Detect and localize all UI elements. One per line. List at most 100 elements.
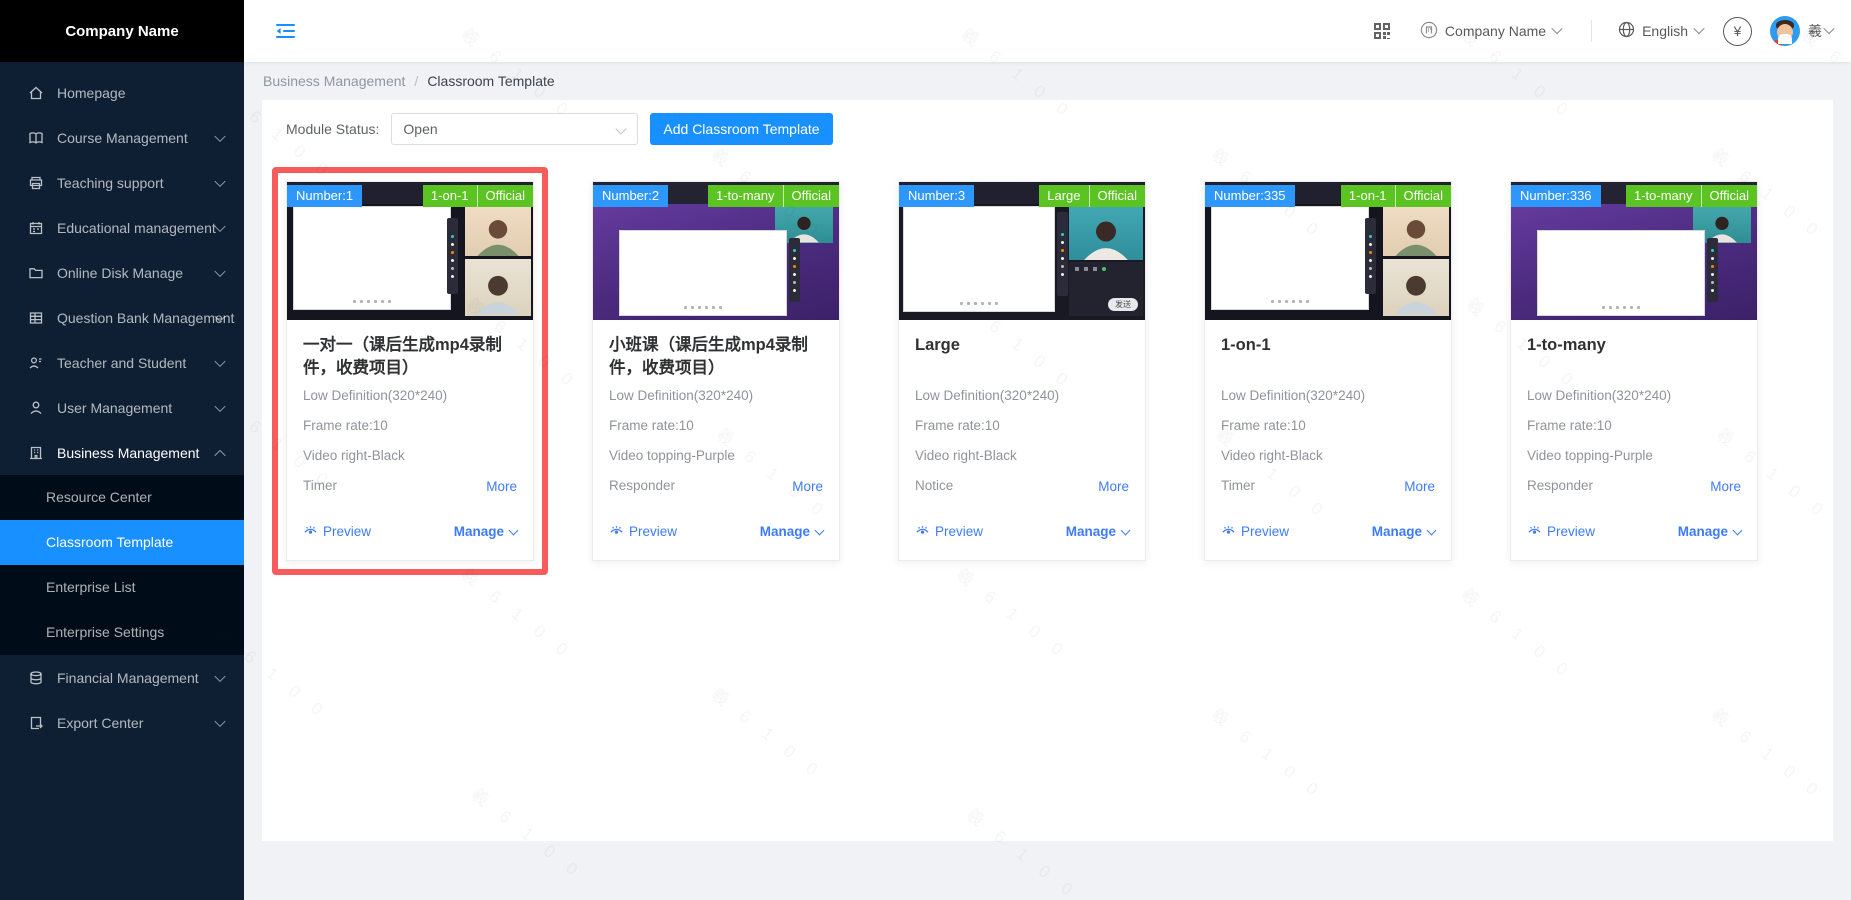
menu-fold-icon[interactable] xyxy=(276,23,295,39)
company-logo: Company Name xyxy=(0,0,244,62)
chevron-down-icon xyxy=(1693,22,1704,33)
chat-area: 发送 xyxy=(1069,262,1143,316)
sidebar-item-question-bank-management[interactable]: Question Bank Management xyxy=(0,295,244,340)
sidebar-item-enterprise-list[interactable]: Enterprise List xyxy=(0,565,244,610)
manage-dropdown[interactable]: Manage xyxy=(1372,524,1435,539)
definition: Low Definition(320*240) xyxy=(1527,388,1741,404)
official-badge: Official xyxy=(783,185,840,207)
qr-code-icon[interactable] xyxy=(1372,21,1392,41)
student-video-tile xyxy=(465,259,531,316)
chevron-down-icon xyxy=(1733,525,1743,535)
chevron-down-icon xyxy=(1121,525,1131,535)
manage-dropdown[interactable]: Manage xyxy=(760,524,823,539)
send-button: 发送 xyxy=(1108,298,1138,311)
feature: Timer xyxy=(1221,478,1255,494)
preview-button[interactable]: Preview xyxy=(915,524,983,539)
topbar: Company Name English ¥ 羲 xyxy=(244,0,1851,62)
sidebar-item-resource-center[interactable]: Resource Center xyxy=(0,475,244,520)
video-layout: Video topping-Purple xyxy=(1527,448,1741,464)
company-menu[interactable]: Company Name xyxy=(1420,21,1561,42)
card-thumbnail: Number:2 1-to-many Official xyxy=(593,182,839,320)
chevron-down-icon xyxy=(616,123,627,134)
frame-rate: Frame rate:10 xyxy=(303,418,517,434)
sidebar-item-teacher-and-student[interactable]: Teacher and Student xyxy=(0,340,244,385)
manage-dropdown[interactable]: Manage xyxy=(1678,524,1741,539)
student-video-tile xyxy=(1383,206,1449,256)
globe-icon xyxy=(1618,21,1635,41)
calendar-icon xyxy=(28,220,44,236)
page: 羲 6 1 0 0羲 6 1 0 0羲 6 1 0 0羲 6 1 0 0羲 6 … xyxy=(0,0,1851,900)
feature: Timer xyxy=(303,478,337,494)
topbar-right: Company Name English ¥ 羲 xyxy=(1372,16,1833,46)
official-badge: Official xyxy=(1701,185,1758,207)
card-thumbnail: Number:335 1-on-1 Official xyxy=(1205,182,1451,320)
manage-dropdown[interactable]: Manage xyxy=(454,524,517,539)
add-classroom-template-button[interactable]: Add Classroom Template xyxy=(650,113,832,145)
type-badge: 1-to-many xyxy=(1626,185,1701,207)
currency-icon[interactable]: ¥ xyxy=(1723,17,1752,46)
official-badge: Official xyxy=(1089,185,1146,207)
breadcrumb-section: Business Management xyxy=(263,73,405,89)
filter-row: Module Status: Open Add Classroom Templa… xyxy=(262,100,1833,145)
definition: Low Definition(320*240) xyxy=(303,388,517,404)
number-badge: Number:3 xyxy=(899,185,974,207)
more-link[interactable]: More xyxy=(486,479,517,494)
user-menu[interactable]: 羲 xyxy=(1770,16,1833,46)
chevron-down-icon xyxy=(214,355,225,366)
definition: Low Definition(320*240) xyxy=(1221,388,1435,404)
people-icon xyxy=(28,355,44,371)
card-title: Large xyxy=(915,334,1129,380)
card-thumbnail: Number:336 1-to-many Official xyxy=(1511,182,1757,320)
sidebar-item-business-management[interactable]: Business Management xyxy=(0,430,244,475)
feature: Responder xyxy=(609,478,675,494)
preview-button[interactable]: Preview xyxy=(609,524,677,539)
sidebar-item-teaching-support[interactable]: Teaching support xyxy=(0,160,244,205)
preview-button[interactable]: Preview xyxy=(303,524,371,539)
enterprise-circle-icon xyxy=(1420,21,1438,42)
sidebar-item-export-center[interactable]: Export Center xyxy=(0,700,244,745)
language-menu[interactable]: English xyxy=(1618,21,1703,41)
breadcrumb: Business Management / Classroom Template xyxy=(244,62,1851,100)
teacher-video-tile xyxy=(1069,206,1143,260)
sidebar: Company Name Homepage Course Management … xyxy=(0,0,244,900)
preview-button[interactable]: Preview xyxy=(1221,524,1289,539)
chevron-down-icon xyxy=(214,265,225,276)
chevron-down-icon xyxy=(509,525,519,535)
frame-rate: Frame rate:10 xyxy=(915,418,1129,434)
more-link[interactable]: More xyxy=(1710,479,1741,494)
sidebar-item-educational-management[interactable]: Educational management xyxy=(0,205,244,250)
more-link[interactable]: More xyxy=(792,479,823,494)
definition: Low Definition(320*240) xyxy=(915,388,1129,404)
student-video-tile xyxy=(1383,259,1449,316)
number-badge: Number:1 xyxy=(287,185,362,207)
card-title: 1-to-many xyxy=(1527,334,1741,380)
type-badge: Large xyxy=(1039,185,1088,207)
sidebar-item-user-management[interactable]: User Management xyxy=(0,385,244,430)
template-card-4: Number:335 1-on-1 Official 1-on-1 Low De… xyxy=(1204,181,1452,561)
template-card-2: Number:2 1-to-many Official 小班课（课后生成mp4录… xyxy=(592,181,840,561)
more-link[interactable]: More xyxy=(1098,479,1129,494)
module-status-label: Module Status: xyxy=(286,121,379,137)
template-card-1: Number:1 1-on-1 Official 一对一（课后生成mp4录制件，… xyxy=(286,181,534,561)
manage-dropdown[interactable]: Manage xyxy=(1066,524,1129,539)
sidebar-item-course-management[interactable]: Course Management xyxy=(0,115,244,160)
divider xyxy=(1591,20,1592,42)
sidebar-item-financial-management[interactable]: Financial Management xyxy=(0,655,244,700)
chevron-down-icon xyxy=(1551,22,1562,33)
video-layout: Video right-Black xyxy=(1221,448,1435,464)
module-status-select[interactable]: Open xyxy=(391,113,638,145)
sidebar-item-classroom-template[interactable]: Classroom Template xyxy=(0,520,244,565)
preview-button[interactable]: Preview xyxy=(1527,524,1595,539)
frame-rate: Frame rate:10 xyxy=(1221,418,1435,434)
more-link[interactable]: More xyxy=(1404,479,1435,494)
number-badge: Number:2 xyxy=(593,185,668,207)
home-icon xyxy=(28,85,44,101)
type-badge: 1-to-many xyxy=(708,185,783,207)
video-layout: Video right-Black xyxy=(915,448,1129,464)
official-badge: Official xyxy=(477,185,534,207)
definition: Low Definition(320*240) xyxy=(609,388,823,404)
sidebar-item-online-disk-manage[interactable]: Online Disk Manage xyxy=(0,250,244,295)
sidebar-item-enterprise-settings[interactable]: Enterprise Settings xyxy=(0,610,244,655)
sidebar-menu: Homepage Course Management Teaching supp… xyxy=(0,62,244,745)
sidebar-item-homepage[interactable]: Homepage xyxy=(0,70,244,115)
